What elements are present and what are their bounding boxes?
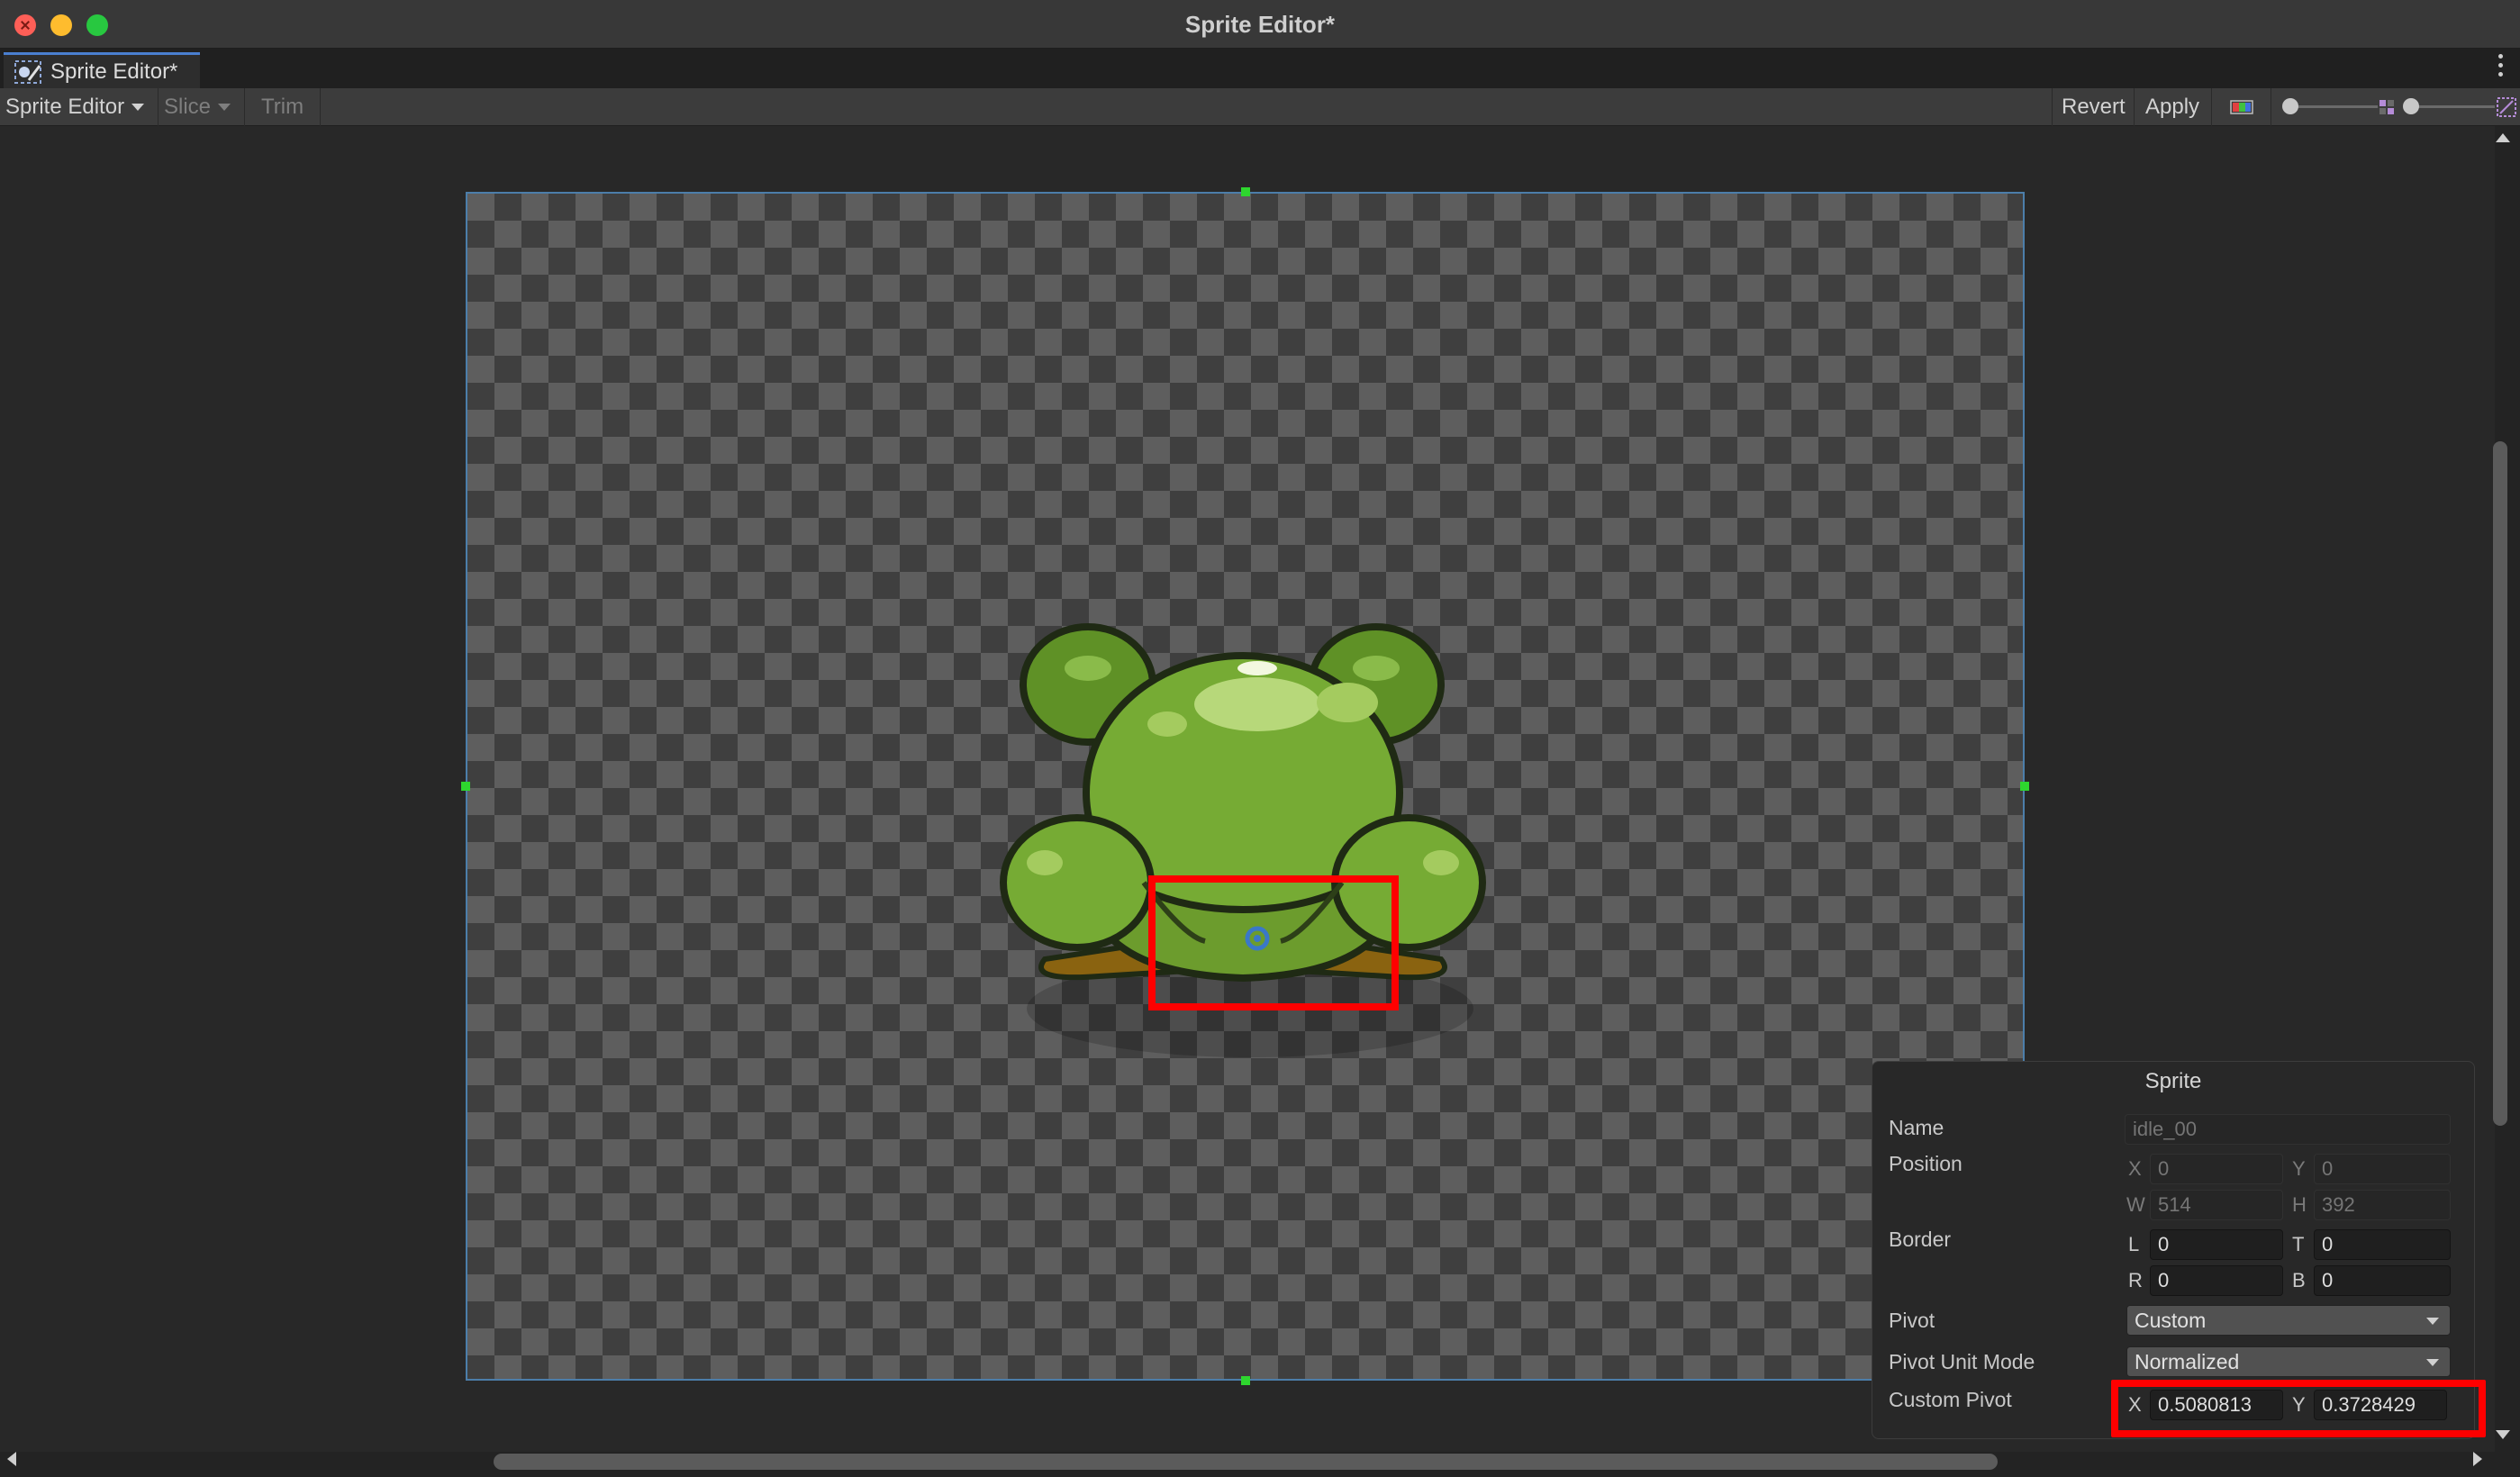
horizontal-scroll-thumb[interactable] bbox=[494, 1454, 1998, 1470]
mode-dropdown-label: Sprite Editor bbox=[5, 95, 125, 119]
pivot-dropdown-value: Custom bbox=[2135, 1309, 2207, 1332]
width-label: W bbox=[2126, 1193, 2145, 1216]
chevron-down-icon bbox=[218, 104, 231, 111]
rgb-channel-icon bbox=[2229, 100, 2253, 114]
more-options-icon[interactable] bbox=[2498, 54, 2504, 81]
pivot-dropdown[interactable]: Custom bbox=[2126, 1305, 2451, 1336]
panel-title: Sprite bbox=[2144, 1069, 2202, 1093]
height-label: H bbox=[2292, 1193, 2307, 1216]
sprite-editor-icon bbox=[14, 59, 41, 84]
width-field[interactable]: 514 bbox=[2150, 1190, 2283, 1220]
position-y-field[interactable]: 0 bbox=[2314, 1154, 2451, 1184]
pivot-label: Pivot bbox=[1889, 1309, 1935, 1332]
vertical-scroll-thumb[interactable] bbox=[2493, 441, 2507, 1126]
border-r-label: R bbox=[2128, 1269, 2143, 1291]
chevron-down-icon bbox=[2426, 1318, 2439, 1325]
window-title: Sprite Editor* bbox=[1184, 11, 1336, 38]
revert-button[interactable]: Revert bbox=[2052, 88, 2135, 126]
resize-handle-bottom[interactable] bbox=[1241, 1376, 1250, 1385]
apply-button[interactable]: Apply bbox=[2135, 88, 2212, 126]
tab-sprite-editor[interactable]: Sprite Editor* bbox=[4, 52, 200, 88]
tab-bar: Sprite Editor* bbox=[0, 49, 2520, 88]
position-y-label: Y bbox=[2292, 1157, 2306, 1180]
zoom-icon bbox=[2497, 97, 2516, 117]
chevron-down-icon bbox=[2426, 1359, 2439, 1366]
border-t-field[interactable]: 0 bbox=[2314, 1229, 2451, 1260]
mode-dropdown[interactable]: Sprite Editor bbox=[0, 88, 159, 126]
trim-button[interactable]: Trim bbox=[245, 88, 321, 126]
height-field[interactable]: 392 bbox=[2314, 1190, 2451, 1220]
border-l-field[interactable]: 0 bbox=[2150, 1229, 2283, 1260]
border-b-label: B bbox=[2292, 1269, 2306, 1291]
resize-handle-top[interactable] bbox=[1241, 187, 1250, 196]
border-b-field[interactable]: 0 bbox=[2314, 1265, 2451, 1296]
title-bar: Sprite Editor* bbox=[0, 0, 2520, 49]
zoom-slider-handle[interactable] bbox=[2403, 98, 2419, 114]
scroll-down-icon[interactable] bbox=[2496, 1430, 2510, 1439]
position-x-field[interactable]: 0 bbox=[2150, 1154, 2283, 1184]
border-label: Border bbox=[1889, 1228, 1952, 1251]
chevron-down-icon bbox=[131, 104, 145, 111]
mip-level-icon bbox=[2379, 100, 2394, 114]
position-x-label: X bbox=[2128, 1157, 2142, 1180]
editor-toolbar: Sprite Editor Slice Trim Revert Apply bbox=[0, 88, 2520, 126]
border-l-label: L bbox=[2128, 1233, 2140, 1255]
slice-label: Slice bbox=[164, 95, 212, 119]
alpha-slider-track bbox=[2288, 105, 2378, 108]
name-label: Name bbox=[1889, 1116, 1944, 1139]
resize-handle-left[interactable] bbox=[461, 782, 470, 791]
border-r-field[interactable]: 0 bbox=[2150, 1265, 2283, 1296]
scroll-up-icon[interactable] bbox=[2496, 133, 2510, 142]
pivot-unit-mode-label: Pivot Unit Mode bbox=[1889, 1350, 2035, 1373]
pivot-unit-mode-dropdown[interactable]: Normalized bbox=[2126, 1346, 2451, 1377]
border-t-label: T bbox=[2292, 1233, 2305, 1255]
custom-pivot-label: Custom Pivot bbox=[1889, 1388, 2012, 1411]
alpha-slider-handle[interactable] bbox=[2282, 98, 2298, 114]
scroll-right-icon[interactable] bbox=[2473, 1452, 2482, 1466]
tab-label: Sprite Editor* bbox=[50, 59, 178, 84]
resize-handle-right[interactable] bbox=[2020, 782, 2029, 791]
pivot-unit-mode-value: Normalized bbox=[2135, 1350, 2240, 1373]
scroll-left-icon[interactable] bbox=[7, 1452, 16, 1466]
color-channel-toggle[interactable] bbox=[2212, 88, 2271, 126]
custom-pivot-highlight-box bbox=[2111, 1380, 2486, 1437]
position-label: Position bbox=[1889, 1152, 1963, 1175]
slice-dropdown[interactable]: Slice bbox=[159, 88, 245, 126]
pivot-highlight-box bbox=[1148, 875, 1399, 1010]
name-field[interactable]: idle_00 bbox=[2125, 1114, 2451, 1145]
